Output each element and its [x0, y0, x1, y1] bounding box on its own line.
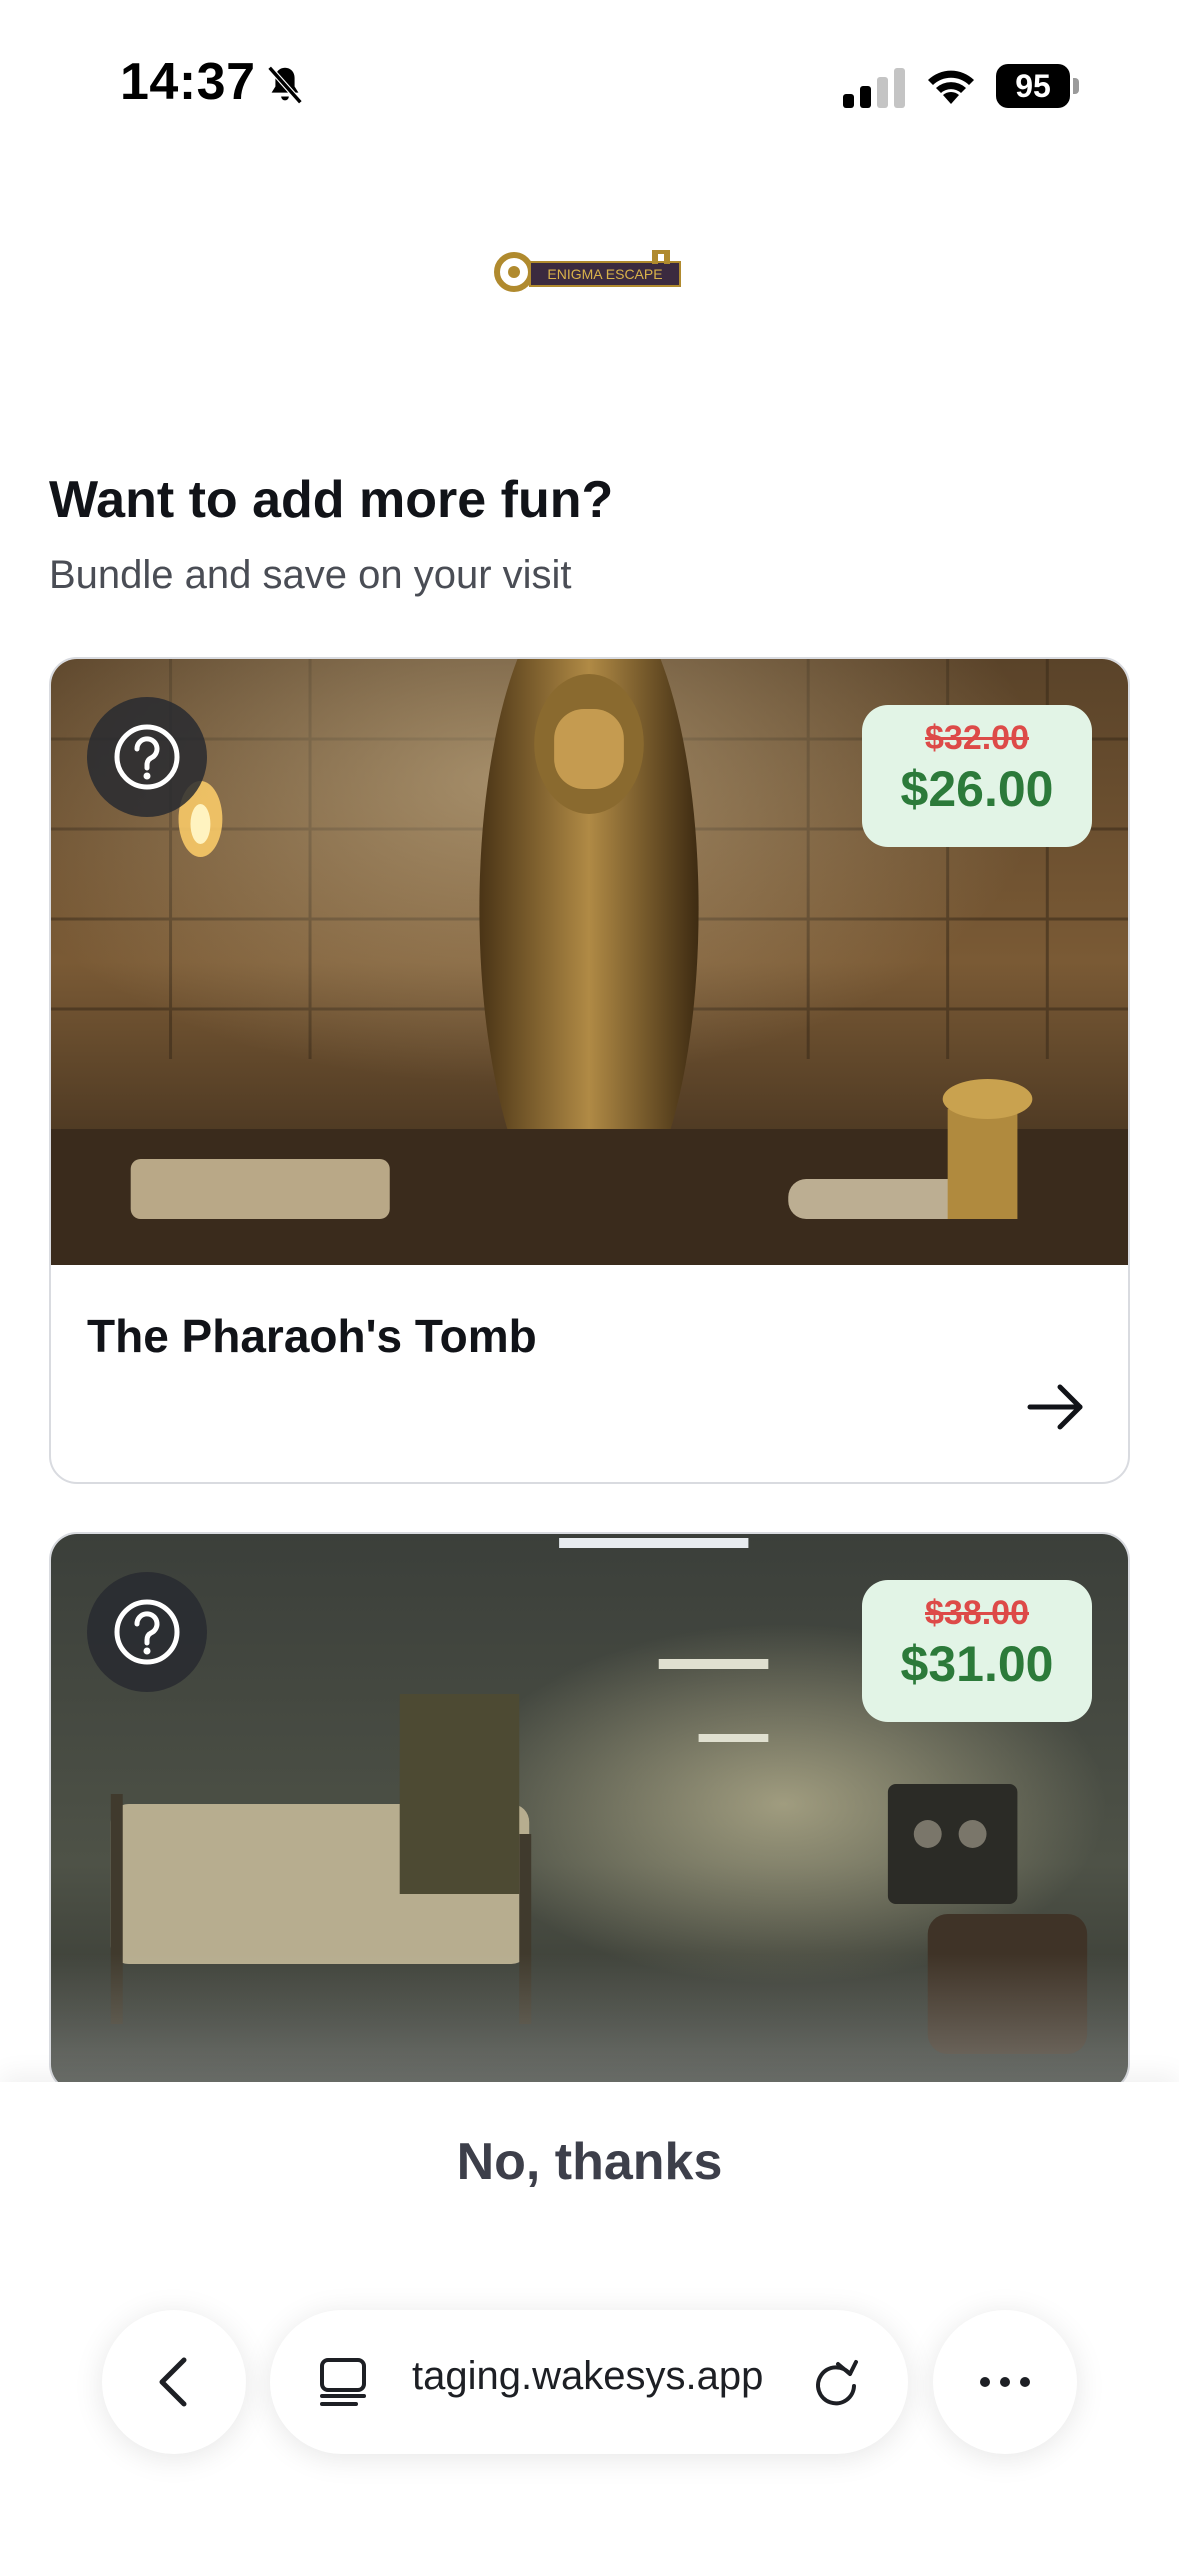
original-price: $38.00 [925, 1594, 1029, 1632]
status-bar: 14:37 95 [0, 0, 1179, 170]
card-title: The Pharaoh's Tomb [87, 1310, 537, 1362]
more-icon [980, 2377, 1030, 2387]
svg-text:ENIGMA ESCAPE: ENIGMA ESCAPE [547, 266, 662, 282]
help-button[interactable] [87, 697, 207, 817]
battery-level: 95 [996, 64, 1070, 108]
addon-card-asylum[interactable]: $38.00 $31.00 [49, 1532, 1130, 2092]
discount-price: $26.00 [900, 761, 1054, 817]
back-icon [159, 2357, 187, 2407]
wifi-icon [928, 70, 974, 104]
signal-icon [843, 68, 905, 108]
discount-price: $31.00 [900, 1636, 1054, 1692]
addon-card-pharaohs-tomb[interactable]: $32.00 $26.00 The Pharaoh's Tomb [49, 657, 1130, 1484]
reload-icon[interactable] [808, 2354, 864, 2410]
help-icon [114, 724, 180, 790]
browser-more-button[interactable] [933, 2310, 1077, 2454]
enigma-escape-logo: ENIGMA ESCAPE [494, 250, 681, 292]
status-time: 14:37 [120, 53, 256, 111]
address-bar[interactable]: taging.wakesys.app [270, 2310, 908, 2454]
original-price: $32.00 [925, 719, 1029, 757]
battery-icon: 95 [996, 64, 1080, 110]
page-title: Want to add more fun? [49, 471, 614, 529]
help-icon [114, 1599, 180, 1665]
url-text: taging.wakesys.app [412, 2354, 764, 2398]
browser-back-button[interactable] [102, 2310, 246, 2454]
price-tag: $32.00 $26.00 [862, 705, 1092, 847]
bell-slash-icon [267, 65, 303, 105]
decline-button[interactable]: No, thanks [0, 2132, 1179, 2192]
help-button[interactable] [87, 1572, 207, 1692]
price-tag: $38.00 $31.00 [862, 1580, 1092, 1722]
arrow-right-icon[interactable] [1024, 1379, 1088, 1435]
page-subtitle: Bundle and save on your visit [49, 553, 572, 597]
tabs-icon[interactable] [316, 2354, 372, 2410]
